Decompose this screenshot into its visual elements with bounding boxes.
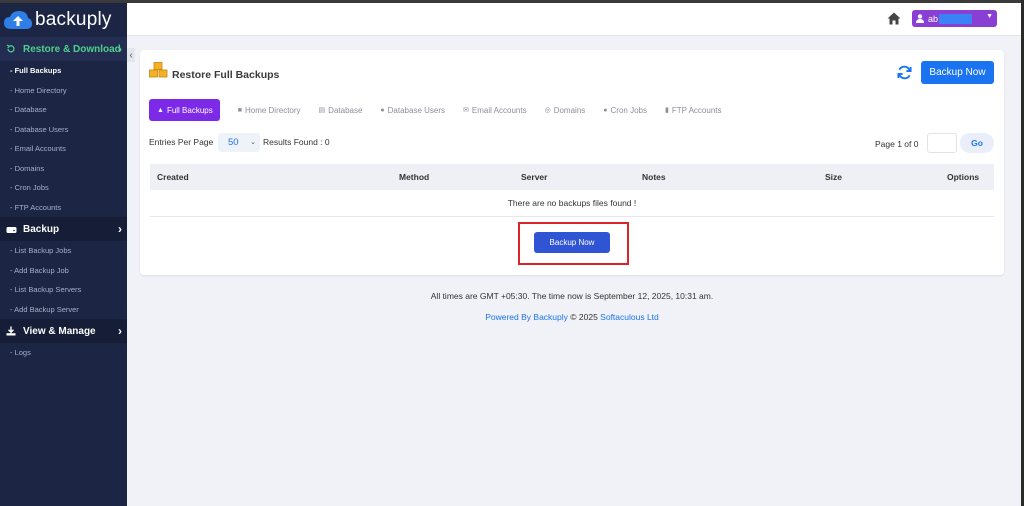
app-window: backuply Restore & Download › - Full Bac… <box>0 3 1021 506</box>
user-clock-icon: ● <box>603 106 608 114</box>
tab-database[interactable]: ▤ Database <box>319 99 363 121</box>
tab-label: Domains <box>553 105 586 115</box>
download-icon <box>5 325 17 337</box>
envelope-icon: ✉ <box>463 107 469 114</box>
tab-full-backups[interactable]: ▲ Full Backups <box>149 99 220 121</box>
sidebar-section-view-manage[interactable]: View & Manage › <box>0 319 127 343</box>
tab-home-directory[interactable]: ■ Home Directory <box>238 99 301 121</box>
chevron-down-icon: ⌄ <box>250 139 256 146</box>
sidebar-item-list-backup-jobs[interactable]: - List Backup Jobs <box>0 241 127 261</box>
tab-label: Cron Jobs <box>610 105 647 115</box>
user-menu-button[interactable]: ab ▼ <box>912 10 997 27</box>
copyright-text: © 2025 <box>567 312 601 322</box>
timezone-note: All times are GMT +05:30. The time now i… <box>430 291 714 301</box>
tab-domains[interactable]: ◎ Domains <box>545 99 586 121</box>
restore-icon <box>5 43 17 55</box>
cubes-icon: ▲ <box>157 106 164 114</box>
sidebar-section-label: Backup <box>23 223 60 235</box>
redacted-username <box>939 13 973 24</box>
sidebar-item-database-users[interactable]: - Database Users <box>0 120 127 140</box>
sidebar-item-email-accounts[interactable]: - Email Accounts <box>0 139 127 159</box>
tab-label: Database Users <box>387 105 446 115</box>
backup-now-center-button[interactable]: Backup Now <box>534 232 610 253</box>
backup-now-button[interactable]: Backup Now <box>921 61 994 84</box>
column-notes[interactable]: Notes <box>642 172 666 182</box>
tab-email-accounts[interactable]: ✉ Email Accounts <box>463 99 527 121</box>
chevron-right-icon: › <box>118 324 122 338</box>
page-info: Page 1 of 0 <box>875 139 919 149</box>
cloud-upload-icon <box>4 11 32 29</box>
sidebar-collapse-icon[interactable]: ‹ <box>127 48 135 62</box>
empty-table-message: There are no backups files found ! <box>150 190 994 217</box>
page-number-input[interactable] <box>927 133 957 153</box>
entries-value: 50 <box>228 137 239 148</box>
chevron-right-icon: › <box>118 222 122 236</box>
table-header: Created Method Server Notes Size Options <box>150 164 994 190</box>
chevron-down-icon: › <box>118 42 122 56</box>
app-name: backuply <box>35 9 112 30</box>
sidebar-item-home-directory[interactable]: - Home Directory <box>0 81 127 101</box>
database-icon: ▤ <box>318 107 326 114</box>
top-bar: ab ▼ <box>127 3 1021 36</box>
boxes-icon <box>149 62 168 78</box>
powered-by-link[interactable]: Powered By Backuply <box>485 312 568 322</box>
caret-down-icon: ▼ <box>986 13 993 20</box>
sidebar-item-logs[interactable]: - Logs <box>0 343 127 363</box>
file-icon: ▮ <box>664 107 669 114</box>
sidebar-section-label: Restore & Download <box>23 43 121 55</box>
tab-label: Database <box>328 105 363 115</box>
column-size[interactable]: Size <box>825 172 842 182</box>
brand[interactable]: backuply <box>0 3 127 37</box>
sidebar-item-ftp-accounts[interactable]: - FTP Accounts <box>0 198 127 218</box>
sidebar-section-restore-download[interactable]: Restore & Download › <box>0 37 127 61</box>
sidebar-item-full-backups[interactable]: - Full Backups <box>0 61 127 81</box>
sidebar: backuply Restore & Download › - Full Bac… <box>0 3 127 506</box>
tab-cron-jobs[interactable]: ● Cron Jobs <box>603 99 647 121</box>
sidebar-item-cron-jobs[interactable]: - Cron Jobs <box>0 178 127 198</box>
refresh-icon[interactable] <box>897 65 912 80</box>
globe-icon: ◎ <box>544 107 551 114</box>
tab-ftp-accounts[interactable]: ▮ FTP Accounts <box>665 99 722 121</box>
tab-database-users[interactable]: ● Database Users <box>380 99 445 121</box>
results-count: Results Found : 0 <box>263 137 330 147</box>
sidebar-section-backup[interactable]: Backup › <box>0 217 127 241</box>
sidebar-item-add-backup-server[interactable]: - Add Backup Server <box>0 300 127 320</box>
page-title: Restore Full Backups <box>172 69 280 81</box>
tab-label: FTP Accounts <box>671 105 722 115</box>
user-icon <box>916 14 924 23</box>
tab-label: Home Directory <box>244 105 301 115</box>
entries-per-page-select[interactable]: 50 ⌄ <box>218 133 260 152</box>
home-icon[interactable] <box>887 12 901 25</box>
user-name: ab <box>928 13 939 24</box>
hard-drive-icon <box>5 223 17 235</box>
go-button[interactable]: Go <box>960 133 994 153</box>
restore-card: Restore Full Backups Backup Now ▲ Full Ba… <box>140 50 1004 275</box>
user-icon: ● <box>380 106 385 114</box>
column-method[interactable]: Method <box>399 172 429 182</box>
column-server[interactable]: Server <box>521 172 547 182</box>
column-options[interactable]: Options <box>947 172 979 182</box>
column-created[interactable]: Created <box>157 172 189 182</box>
tab-label: Full Backups <box>166 105 213 115</box>
sidebar-item-database[interactable]: - Database <box>0 100 127 120</box>
company-link[interactable]: Softaculous Ltd <box>600 312 659 322</box>
sidebar-item-add-backup-job[interactable]: - Add Backup Job <box>0 261 127 281</box>
sidebar-section-label: View & Manage <box>23 325 96 337</box>
entries-per-page-label: Entries Per Page <box>149 137 214 147</box>
sidebar-item-domains[interactable]: - Domains <box>0 159 127 179</box>
tab-label: Email Accounts <box>471 105 527 115</box>
footer: Powered By Backuply © 2025 Softaculous L… <box>140 312 1004 322</box>
folder-icon: ■ <box>237 106 242 114</box>
backup-tabs: ▲ Full Backups ■ Home Directory ▤ Database … <box>149 99 740 121</box>
sidebar-item-list-backup-servers[interactable]: - List Backup Servers <box>0 280 127 300</box>
